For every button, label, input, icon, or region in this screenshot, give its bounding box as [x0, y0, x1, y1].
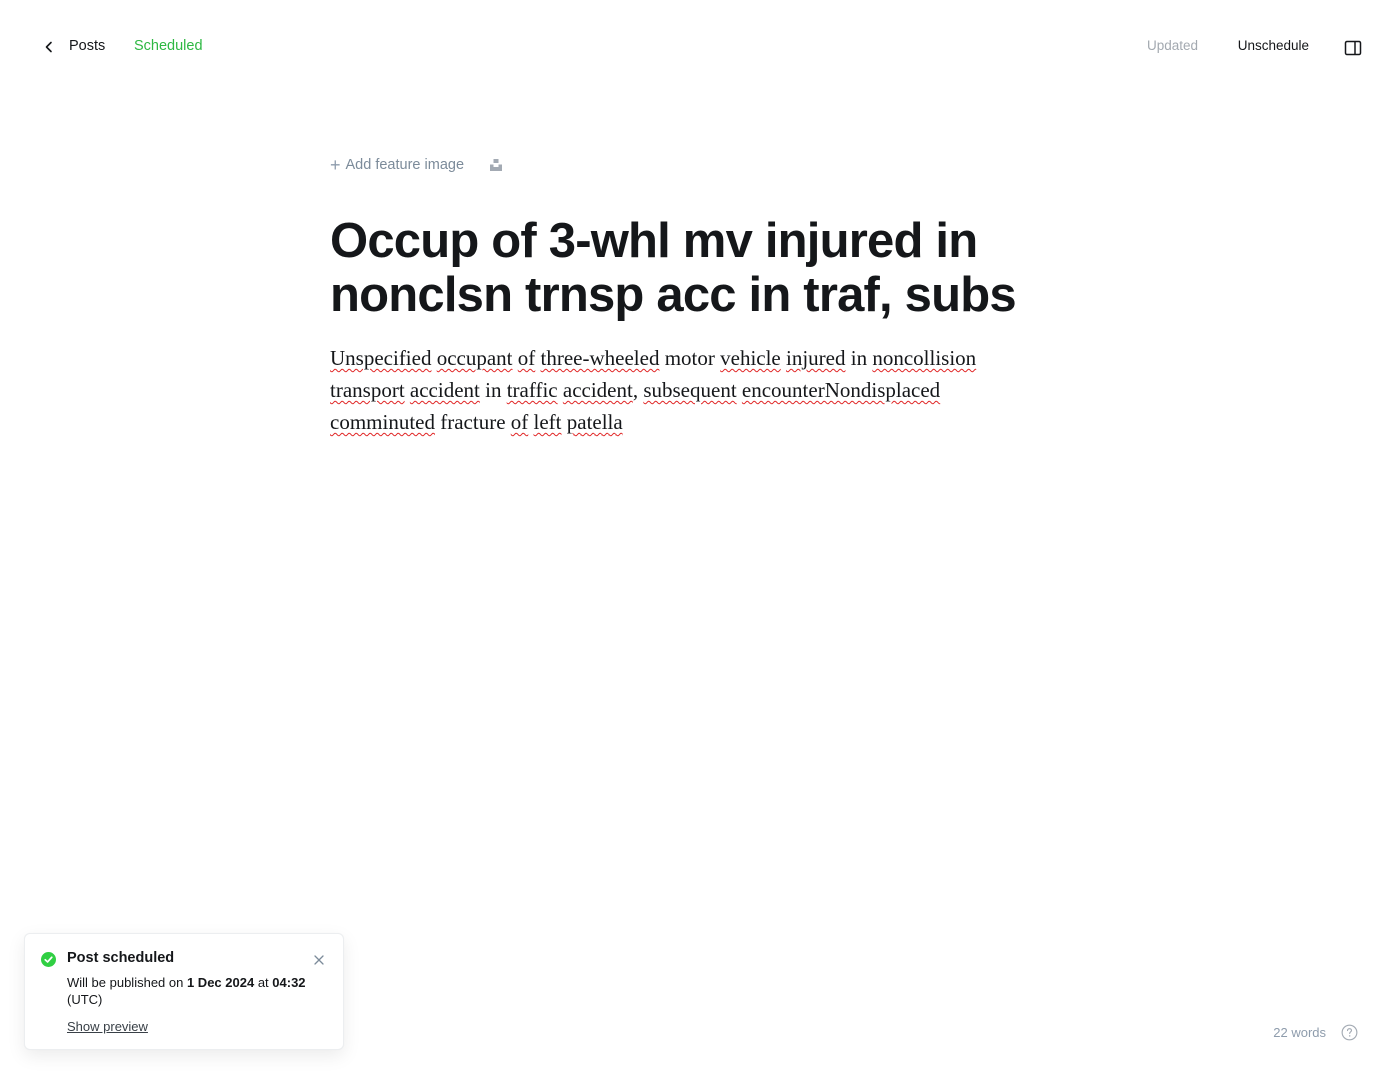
sidebar-toggle-icon	[1344, 40, 1362, 56]
help-button[interactable]	[1341, 1024, 1358, 1041]
misspelled-word: vehicle	[720, 346, 781, 370]
unsplash-icon	[490, 159, 503, 171]
misspelled-word: of	[517, 346, 536, 370]
feature-image-row: + Add feature image	[330, 150, 1070, 180]
body-text: in	[845, 346, 873, 370]
misspelled-word: of	[510, 410, 529, 434]
misspelled-word: comminuted	[330, 410, 435, 434]
misspelled-word: subsequent	[643, 378, 737, 402]
toast-message: Will be published on 1 Dec 2024 at 04:32…	[67, 974, 317, 1008]
show-preview-link[interactable]: Show preview	[67, 1019, 148, 1034]
misspelled-word: accident	[409, 378, 480, 402]
toast-title: Post scheduled	[67, 950, 175, 966]
toast-msg-time: 04:32	[272, 975, 306, 990]
misspelled-word: encounterNondisplaced	[741, 378, 941, 402]
settings-sidebar-button[interactable]	[1344, 39, 1362, 57]
body-text: fracture	[434, 410, 511, 434]
question-circle-icon	[1341, 1024, 1358, 1041]
chevron-left-icon	[45, 41, 52, 53]
misspelled-word: Unspecified	[330, 346, 432, 370]
toast-msg-suffix: (UTC)	[67, 992, 103, 1007]
toast-msg-date: 1 Dec 2024	[186, 975, 255, 990]
plus-icon: +	[330, 155, 341, 175]
body-text: in	[479, 378, 507, 402]
unschedule-button[interactable]: Unschedule	[1238, 38, 1309, 53]
misspelled-word: injured	[786, 346, 846, 370]
post-editor: + Add feature image Occup of 3-whl mv in…	[330, 150, 1070, 438]
toast-msg-mid: at	[254, 975, 273, 990]
posts-link[interactable]: Posts	[69, 38, 105, 54]
toast-close-button[interactable]	[313, 953, 325, 965]
back-button[interactable]	[40, 38, 58, 56]
body-text: ,	[632, 378, 644, 402]
editor-header: Posts Scheduled Updated Unschedule	[0, 0, 1400, 94]
word-count: 22 words	[1273, 1025, 1326, 1040]
toast-msg-prefix: Will be published on	[67, 975, 187, 990]
post-title[interactable]: Occup of 3-whl mv injured in nonclsn trn…	[330, 214, 1050, 322]
misspelled-word: left	[533, 410, 562, 434]
post-body[interactable]: Unspecified occupant of three-wheeled mo…	[330, 342, 1030, 438]
misspelled-word: occupant	[436, 346, 513, 370]
misspelled-word: accident	[562, 378, 633, 402]
post-status-label: Scheduled	[134, 38, 203, 54]
misspelled-word: patella	[566, 410, 623, 434]
save-status: Updated	[1146, 38, 1198, 53]
misspelled-word: traffic	[506, 378, 558, 402]
misspelled-word: transport	[330, 378, 405, 402]
close-icon	[314, 955, 324, 965]
misspelled-word: noncollision	[872, 346, 977, 370]
notification-toast: Post scheduled Will be published on 1 De…	[24, 933, 344, 1050]
add-feature-image-label: Add feature image	[345, 157, 465, 173]
misspelled-word: three-wheeled	[540, 346, 660, 370]
unsplash-button[interactable]	[488, 157, 504, 173]
add-feature-image-button[interactable]: + Add feature image	[330, 156, 464, 174]
check-circle-icon	[41, 952, 56, 967]
body-text: motor	[659, 346, 721, 370]
